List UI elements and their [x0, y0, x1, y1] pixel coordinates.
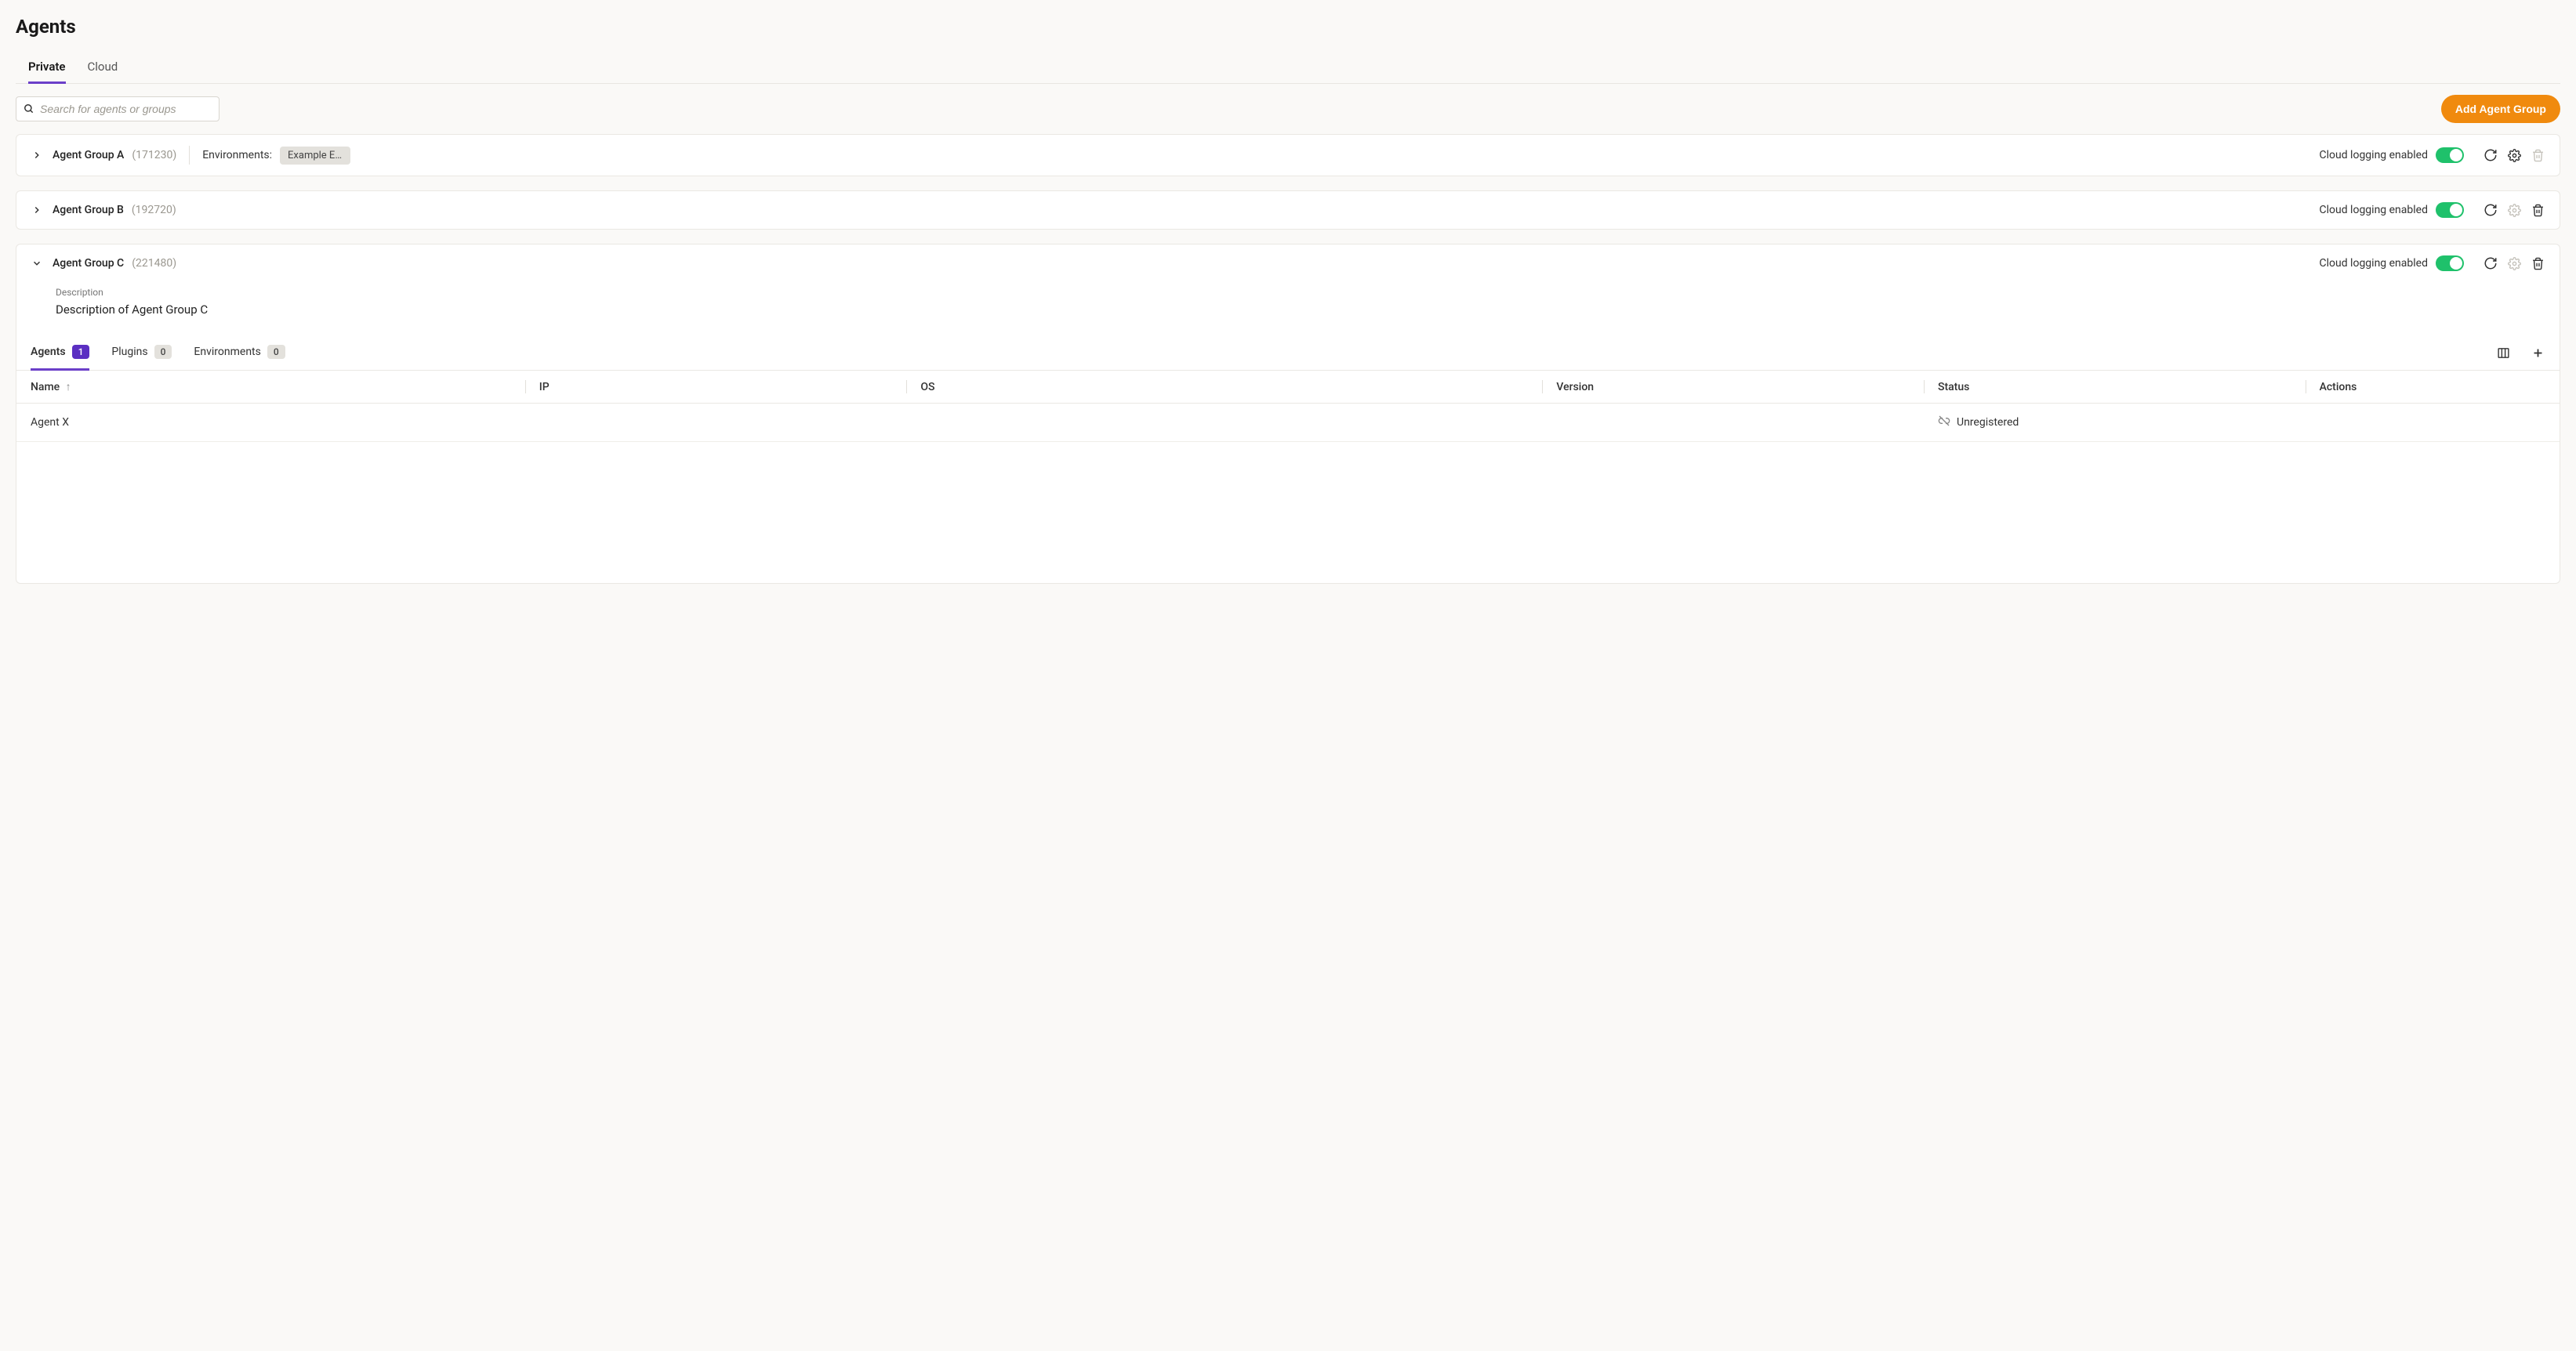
tab-agents-label: Agents	[31, 346, 66, 358]
search-wrap	[16, 96, 220, 121]
cloud-logging-toggle[interactable]	[2436, 147, 2464, 163]
col-actions: Actions	[2306, 371, 2560, 404]
gear-icon	[2506, 255, 2522, 271]
agent-group-name: Agent Group B	[53, 204, 124, 216]
refresh-icon[interactable]	[2483, 202, 2498, 218]
col-version[interactable]: Version	[1542, 371, 1924, 404]
agent-group-id: (221480)	[132, 257, 176, 270]
tab-plugins[interactable]: Plugins 0	[111, 335, 172, 371]
agents-table: Name ↑ IP OS Version Status Actions Agen…	[16, 371, 2560, 442]
columns-icon[interactable]	[2495, 345, 2511, 360]
cell-name: Agent X	[16, 404, 525, 442]
gear-icon[interactable]	[2506, 147, 2522, 163]
tab-environments-count: 0	[267, 345, 285, 359]
col-status[interactable]: Status	[1924, 371, 2306, 404]
refresh-icon[interactable]	[2483, 255, 2498, 271]
environment-chip[interactable]: Example Env…	[280, 147, 350, 165]
inner-tabs-row: Agents 1 Plugins 0 Environments 0	[16, 335, 2560, 371]
cell-version	[1542, 404, 1924, 442]
col-os[interactable]: OS	[906, 371, 1542, 404]
col-name[interactable]: Name ↑	[16, 371, 525, 404]
page-title: Agents	[16, 16, 2560, 38]
plus-icon[interactable]	[2530, 345, 2545, 360]
agent-group-card: Agent Group B (192720) Cloud logging ena…	[16, 190, 2560, 230]
tab-agents-count: 1	[72, 345, 90, 359]
chevron-right-icon[interactable]	[31, 149, 43, 161]
agent-group-id: (171230)	[132, 149, 176, 161]
agent-group-card: Agent Group A (171230) Environments: Exa…	[16, 134, 2560, 176]
add-agent-group-button[interactable]: Add Agent Group	[2441, 95, 2560, 123]
tab-environments[interactable]: Environments 0	[194, 335, 285, 371]
search-input[interactable]	[16, 96, 220, 121]
cloud-logging-toggle[interactable]	[2436, 255, 2464, 271]
cell-status: Unregistered	[1924, 404, 2306, 442]
col-ip[interactable]: IP	[525, 371, 907, 404]
agent-group-header: Agent Group A (171230) Environments: Exa…	[16, 135, 2560, 176]
chevron-right-icon[interactable]	[31, 204, 43, 216]
unlink-icon	[1938, 415, 1950, 430]
divider	[189, 146, 190, 165]
search-icon	[24, 103, 34, 114]
cloud-logging-label: Cloud logging enabled	[2319, 204, 2428, 216]
table-empty-space	[16, 442, 2560, 583]
cell-actions	[2306, 404, 2560, 442]
top-tabs: Private Cloud	[16, 52, 2560, 84]
agent-group-name: Agent Group A	[53, 149, 124, 161]
tab-plugins-label: Plugins	[111, 346, 147, 358]
description-label: Description	[56, 287, 2545, 298]
agent-group-header: Agent Group C (221480) Cloud logging ena…	[16, 244, 2560, 282]
cloud-logging-toggle[interactable]	[2436, 202, 2464, 218]
tab-environments-label: Environments	[194, 346, 260, 358]
trash-icon[interactable]	[2530, 255, 2545, 271]
trash-icon[interactable]	[2530, 202, 2545, 218]
agent-group-header: Agent Group B (192720) Cloud logging ena…	[16, 191, 2560, 229]
agent-group-card: Agent Group C (221480) Cloud logging ena…	[16, 244, 2560, 584]
table-row[interactable]: Agent X Unregistered	[16, 404, 2560, 442]
tab-cloud[interactable]: Cloud	[88, 52, 118, 84]
agent-group-body: Description Description of Agent Group C	[16, 282, 2560, 317]
cloud-logging-label: Cloud logging enabled	[2319, 257, 2428, 270]
agent-group-id: (192720)	[132, 204, 176, 216]
tab-plugins-count: 0	[154, 345, 172, 359]
chevron-down-icon[interactable]	[31, 257, 43, 270]
environments-label: Environments:	[202, 149, 272, 161]
cloud-logging-label: Cloud logging enabled	[2319, 149, 2428, 161]
sort-asc-icon: ↑	[66, 381, 71, 393]
toolbar: Add Agent Group	[16, 84, 2560, 134]
trash-icon	[2530, 147, 2545, 163]
agent-group-name: Agent Group C	[53, 257, 124, 270]
cell-os	[906, 404, 1542, 442]
refresh-icon[interactable]	[2483, 147, 2498, 163]
tab-agents[interactable]: Agents 1	[31, 335, 89, 371]
gear-icon	[2506, 202, 2522, 218]
cell-ip	[525, 404, 907, 442]
description-text: Description of Agent Group C	[56, 302, 2545, 317]
tab-private[interactable]: Private	[28, 52, 66, 84]
